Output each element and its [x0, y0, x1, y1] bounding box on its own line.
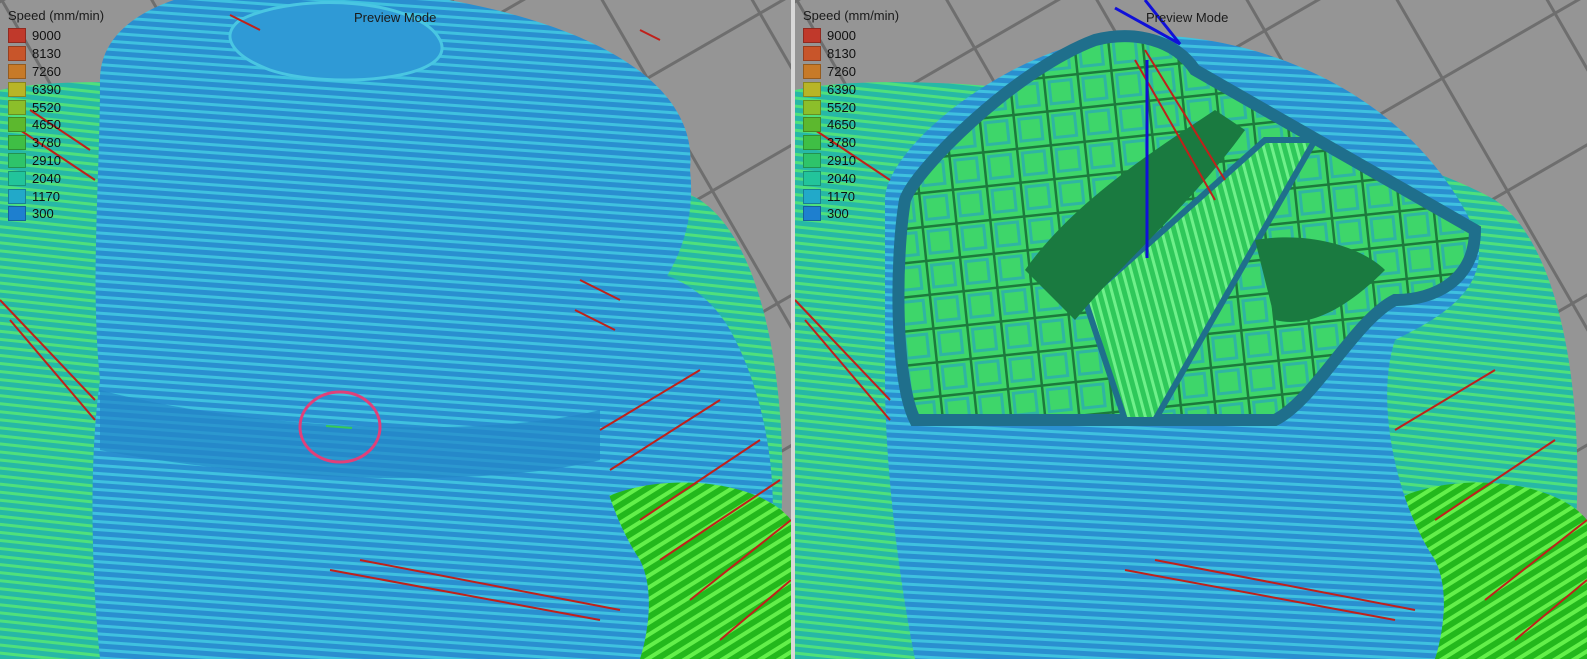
legend-value: 2910: [32, 152, 61, 168]
legend-value: 2910: [827, 152, 856, 168]
legend-swatch: [8, 188, 26, 204]
legend-entry: 8130: [8, 45, 104, 63]
legend-entry: 7260: [8, 63, 104, 81]
preview-mode-label: Preview Mode: [354, 10, 437, 25]
legend-value: 7260: [32, 63, 61, 79]
legend-swatch: [8, 81, 26, 97]
preview-mode-label: Preview Mode: [1146, 10, 1229, 25]
legend-value: 1170: [827, 188, 855, 204]
legend-swatch: [8, 117, 26, 133]
legend-swatch: [803, 170, 821, 186]
legend-swatch: [803, 99, 821, 115]
legend-swatch: [8, 152, 26, 168]
main-body: [92, 0, 692, 659]
legend-swatch: [8, 46, 26, 62]
legend-value: 7260: [827, 63, 856, 79]
legend-swatch: [803, 188, 821, 204]
legend-title: Speed (mm/min): [8, 8, 105, 23]
left-toolpath-render: [0, 0, 791, 659]
speed-legend: Speed (mm/min) 9000 8130 7260 6390 5520 4650 3…: [803, 8, 899, 223]
legend-entry: 9000: [8, 27, 104, 45]
legend-value: 2040: [32, 170, 61, 186]
legend-entry: 4650: [803, 116, 899, 134]
legend-entry: 2040: [803, 169, 899, 187]
legend-value: 300: [32, 206, 54, 222]
legend-swatch: [8, 206, 26, 222]
legend-entry: 4650: [8, 116, 104, 134]
legend-entry: 2910: [803, 152, 899, 170]
legend-rows: 9000 8130 7260 6390 5520 4650 3780 2910 2040 1170…: [803, 27, 899, 223]
legend-value: 8130: [32, 46, 61, 62]
legend-swatch: [8, 99, 26, 115]
legend-title: Speed (mm/min): [803, 8, 900, 23]
legend-entry: 1170: [8, 187, 104, 205]
legend-entry: 3780: [803, 134, 899, 152]
speed-legend: Speed (mm/min) 9000 8130 7260 6390 5520 4650 3…: [8, 8, 104, 223]
legend-value: 4650: [827, 117, 856, 133]
legend-value: 3780: [827, 135, 856, 151]
legend-entry: 5520: [8, 98, 104, 116]
legend-entry: 1170: [803, 187, 899, 205]
legend-entry: 9000: [803, 27, 899, 45]
dual-preview: Speed (mm/min) 9000 8130 7260 6390 5520 4650 3…: [0, 0, 1587, 659]
legend-entry: 2910: [8, 152, 104, 170]
legend-entry: 7260: [803, 63, 899, 81]
legend-swatch: [803, 63, 821, 79]
legend-swatch: [803, 135, 821, 151]
legend-value: 9000: [32, 28, 61, 44]
legend-entry: 5520: [803, 98, 899, 116]
legend-entry: 8130: [803, 45, 899, 63]
legend-value: 6390: [827, 81, 856, 97]
left-viewport[interactable]: Speed (mm/min) 9000 8130 7260 6390 5520 4650 3…: [0, 0, 791, 659]
legend-swatch: [8, 170, 26, 186]
legend-entry: 300: [8, 205, 104, 223]
legend-swatch: [803, 46, 821, 62]
legend-swatch: [803, 206, 821, 222]
legend-swatch: [8, 135, 26, 151]
legend-value: 9000: [827, 28, 856, 44]
legend-value: 3780: [32, 135, 61, 151]
legend-swatch: [803, 152, 821, 168]
legend-rows: 9000 8130 7260 6390 5520 4650 3780 2910 2040 1170…: [8, 27, 104, 223]
legend-entry: 6390: [803, 80, 899, 98]
legend-swatch: [803, 117, 821, 133]
right-toolpath-render: [795, 0, 1587, 659]
legend-entry: 300: [803, 205, 899, 223]
legend-value: 5520: [827, 99, 856, 115]
legend-swatch: [8, 63, 26, 79]
legend-entry: 2040: [8, 169, 104, 187]
legend-value: 6390: [32, 81, 61, 97]
right-viewport[interactable]: Speed (mm/min) 9000 8130 7260 6390 5520 4650 3…: [795, 0, 1587, 659]
legend-value: 300: [827, 206, 849, 222]
legend-value: 4650: [32, 117, 61, 133]
legend-swatch: [803, 28, 821, 44]
legend-swatch: [803, 81, 821, 97]
legend-value: 5520: [32, 99, 61, 115]
legend-value: 8130: [827, 46, 856, 62]
legend-value: 1170: [32, 188, 60, 204]
legend-swatch: [8, 28, 26, 44]
legend-value: 2040: [827, 170, 856, 186]
legend-entry: 3780: [8, 134, 104, 152]
legend-entry: 6390: [8, 80, 104, 98]
